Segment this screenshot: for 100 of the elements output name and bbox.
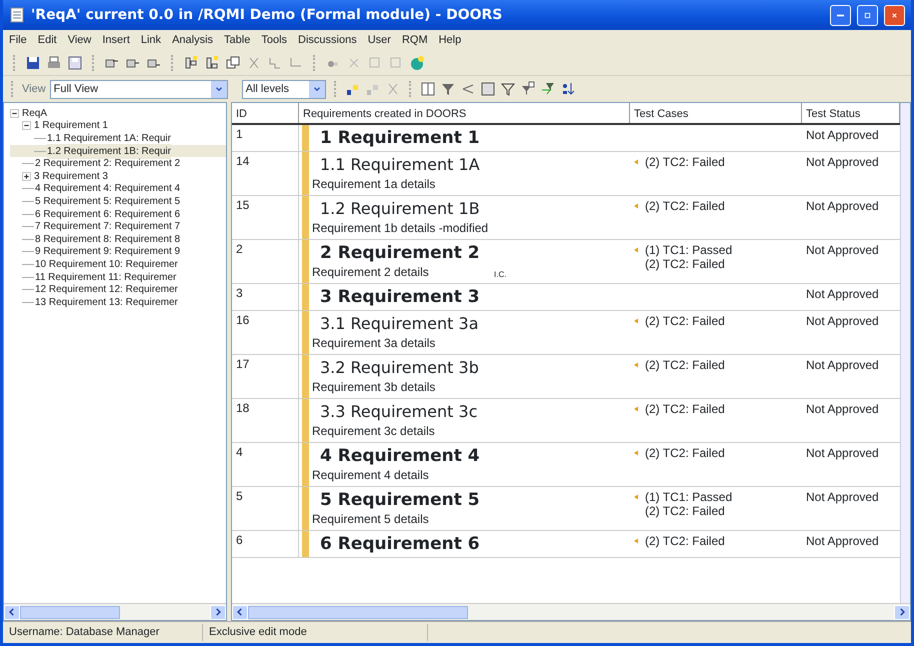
- column-header[interactable]: Test Cases: [630, 103, 802, 123]
- requirement-heading: 3.3 Requirement 3c: [319, 401, 478, 423]
- table-cell-text: Not Approved: [805, 198, 880, 215]
- tree-item[interactable]: 1.1 Requirement 1A: Requir: [47, 130, 171, 146]
- menu-item[interactable]: Tools: [261, 32, 288, 48]
- table-icon[interactable]: [480, 81, 496, 97]
- table-cell-text: Not Approved: [805, 401, 880, 418]
- test-case-link[interactable]: (2) TC2: Failed: [645, 358, 725, 372]
- test-case-link[interactable]: (2) TC2: Failed: [645, 446, 725, 460]
- menu-item[interactable]: Analysis: [172, 32, 214, 48]
- test-case-link[interactable]: (2) TC2: Failed: [645, 504, 725, 518]
- tree-item[interactable]: 7 Requirement 7: Requirement 7: [35, 219, 180, 234]
- table-cell-text: Not Approved: [805, 313, 880, 330]
- object-icon[interactable]: [183, 54, 199, 70]
- link-triangle-icon: [632, 158, 640, 166]
- requirement-text: Requirement 1a details: [312, 177, 436, 193]
- filter-icon[interactable]: [500, 81, 516, 97]
- test-case-link[interactable]: (1) TC1: Passed: [645, 243, 732, 257]
- tree-item[interactable]: 13 Requirement 13: Requiremer: [35, 294, 178, 310]
- table-cell: 17: [232, 355, 299, 398]
- vertical-scrollbar[interactable]: [900, 103, 910, 603]
- test-case-link[interactable]: (2) TC2: Failed: [645, 534, 725, 548]
- menu-item[interactable]: Edit: [38, 32, 57, 48]
- printer-icon[interactable]: [46, 54, 62, 70]
- tree-item[interactable]: 2 Requirement 2: Requirement 2: [35, 156, 180, 172]
- test-case-link[interactable]: (2) TC2: Failed: [645, 155, 725, 169]
- minimize-icon: [837, 14, 844, 16]
- menu-item[interactable]: User: [368, 32, 391, 48]
- object-icon[interactable]: [204, 54, 220, 70]
- levels-dropdown[interactable]: All levels: [242, 80, 326, 98]
- close-button[interactable]: [884, 4, 905, 26]
- window-title: 'ReqA' current 0.0 in /RQMI Demo (Formal module) - DOORS: [31, 6, 504, 24]
- filter-icon[interactable]: [540, 81, 556, 97]
- maximize-button[interactable]: [857, 4, 878, 26]
- expand-icon[interactable]: [22, 172, 31, 181]
- table-cell-text: Not Approved: [805, 154, 880, 171]
- menu-item[interactable]: File: [9, 32, 27, 48]
- test-case-link[interactable]: (2) TC2: Failed: [645, 257, 725, 271]
- tree-item[interactable]: 1 Requirement 1: [34, 118, 108, 134]
- columns-icon[interactable]: [420, 81, 436, 97]
- test-case-link[interactable]: (2) TC2: Failed: [645, 199, 725, 213]
- collapse-icon[interactable]: [22, 121, 31, 130]
- link-triangle-icon: [632, 537, 640, 545]
- tree-item[interactable]: 4 Requirement 4: Requirement 4: [35, 181, 180, 196]
- tree-item[interactable]: 8 Requirement 8: Requirement 8: [35, 232, 180, 247]
- requirement-heading: 3.1 Requirement 3a: [319, 313, 480, 335]
- horizontal-scrollbar[interactable]: [232, 603, 910, 620]
- menu-item[interactable]: Link: [140, 32, 162, 48]
- column-header[interactable]: ID: [232, 103, 299, 123]
- tree-item[interactable]: 6 Requirement 6: Requirement 6: [35, 206, 180, 222]
- tree-item[interactable]: 1.2 Requirement 1B: Requir: [47, 144, 171, 159]
- collapse-icon[interactable]: [10, 108, 19, 118]
- tree-item[interactable]: 11 Requirement 11: Requiremer: [35, 270, 176, 285]
- requirement-text: Requirement 1b details -modified: [312, 221, 488, 237]
- table-cell-text: Not Approved: [805, 286, 880, 303]
- table-cell-text: Not Approved: [805, 533, 880, 550]
- status-text: Exclusive edit mode: [203, 624, 428, 641]
- tree-item[interactable]: 9 Requirement 9: Requirement 9: [35, 244, 180, 260]
- menu-item[interactable]: Discussions: [298, 32, 357, 48]
- save-icon[interactable]: [25, 54, 41, 70]
- table-cell: 14: [232, 152, 299, 195]
- requirement-heading: 3.2 Requirement 3b: [319, 357, 480, 379]
- test-case-link[interactable]: (1) TC1: Passed: [645, 490, 732, 504]
- test-case-link[interactable]: (2) TC2: Failed: [645, 402, 725, 416]
- tree-item[interactable]: 10 Requirement 10: Requiremer: [35, 256, 178, 272]
- view-dropdown[interactable]: Full View: [50, 80, 228, 98]
- tree-item[interactable]: ReqA: [22, 106, 48, 121]
- menu-item[interactable]: View: [68, 32, 92, 48]
- tree-item[interactable]: 12 Requirement 12: Requiremer: [35, 282, 178, 298]
- tree-item[interactable]: 3 Requirement 3: [34, 168, 108, 184]
- requirement-heading: 1 Requirement 1: [319, 127, 481, 150]
- requirement-heading: 2 Requirement 2: [319, 242, 481, 265]
- menu-item[interactable]: Insert: [102, 32, 130, 48]
- filter-icon[interactable]: [440, 81, 456, 97]
- table-cell: 18: [232, 399, 299, 442]
- requirement-heading: 3 Requirement 3: [319, 286, 481, 309]
- menu-item[interactable]: RQM: [402, 32, 428, 48]
- requirement-heading: 1.1 Requirement 1A: [319, 154, 481, 176]
- menu-item[interactable]: Table: [224, 32, 250, 48]
- test-case-link[interactable]: (2) TC2: Failed: [645, 314, 725, 328]
- horizontal-scrollbar[interactable]: [4, 603, 226, 620]
- tree-item[interactable]: 5 Requirement 5: Requirement 5: [35, 194, 180, 209]
- status-text: Username: Database Manager: [3, 624, 203, 641]
- menu-item[interactable]: Help: [438, 32, 462, 48]
- requirement-heading: 5 Requirement 5: [319, 489, 481, 512]
- requirement-text: Requirement 3b details: [312, 380, 436, 396]
- copy-icon[interactable]: [225, 54, 241, 70]
- requirement-heading: 1.2 Requirement 1B: [319, 198, 481, 220]
- view-label: View: [22, 82, 46, 97]
- link-triangle-icon: [632, 449, 640, 457]
- document-icon: [9, 7, 25, 23]
- window-icon[interactable]: [67, 54, 83, 70]
- minimize-button[interactable]: [830, 4, 851, 26]
- requirement-text: Requirement 5 details: [312, 512, 429, 528]
- hover-label: I.C.: [494, 269, 506, 281]
- link-triangle-icon: [632, 361, 640, 369]
- column-header[interactable]: Requirements created in DOORS: [299, 103, 630, 123]
- table-cell: 4: [232, 443, 299, 486]
- filter-icon[interactable]: [520, 81, 536, 97]
- link-triangle-icon: [632, 493, 640, 501]
